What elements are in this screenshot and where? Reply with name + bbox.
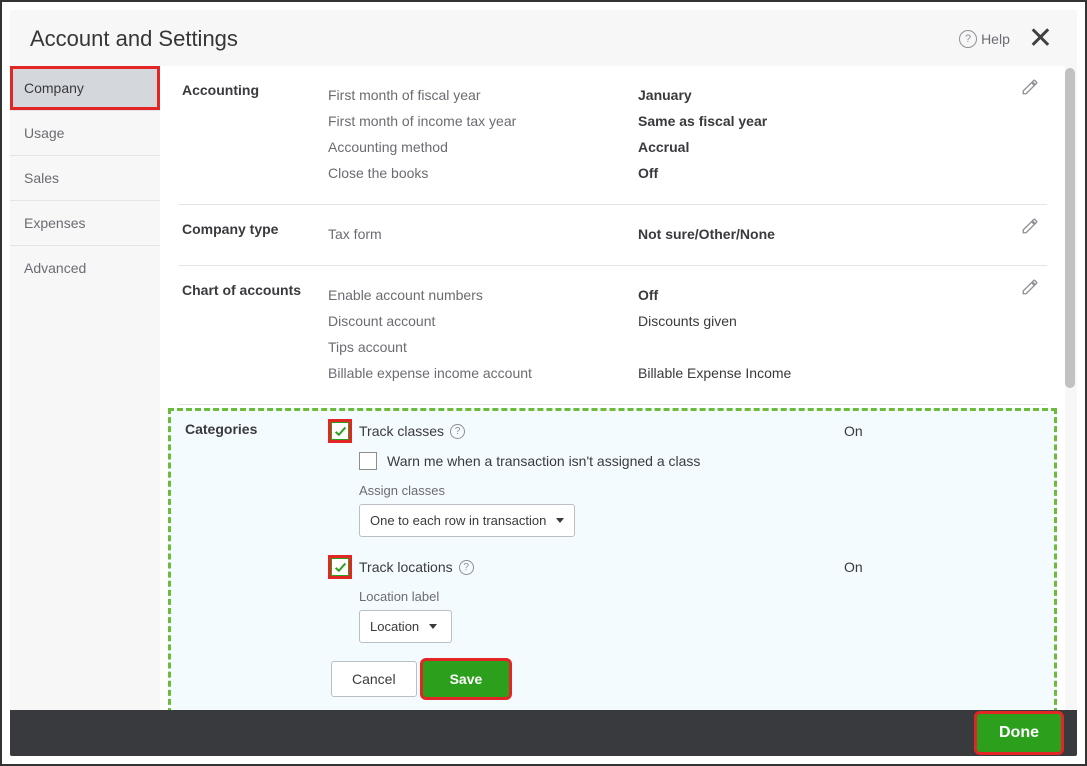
warn-unassigned-row: Warn me when a transaction isn't assigne… [359, 449, 1044, 473]
track-locations-value: On [844, 559, 1044, 575]
chevron-down-icon [556, 518, 564, 523]
sidebar: Company Usage Sales Expenses Advanced [10, 66, 160, 720]
cancel-button[interactable]: Cancel [331, 661, 417, 697]
done-button[interactable]: Done [977, 714, 1061, 752]
assign-classes-label: Assign classes [359, 483, 1044, 498]
assign-classes-select[interactable]: One to each row in transaction [359, 504, 575, 537]
warn-unassigned-label: Warn me when a transaction isn't assigne… [387, 453, 700, 469]
help-label: Help [981, 31, 1010, 47]
sidebar-item-advanced[interactable]: Advanced [10, 246, 160, 290]
section-title-company-type: Company type [178, 221, 328, 247]
pencil-icon[interactable] [1021, 278, 1041, 298]
modal-footer: Done [10, 710, 1077, 756]
track-classes-checkbox[interactable] [331, 422, 349, 440]
location-label-title: Location label [359, 589, 1044, 604]
track-locations-row: Track locations ? On [331, 555, 1044, 579]
section-title-chart: Chart of accounts [178, 282, 328, 386]
track-classes-value: On [844, 423, 1044, 439]
pencil-icon[interactable] [1021, 78, 1041, 98]
settings-content[interactable]: Accounting First month of fiscal yearJan… [160, 66, 1065, 720]
track-locations-checkbox[interactable] [331, 558, 349, 576]
question-icon[interactable]: ? [459, 560, 474, 575]
pencil-icon[interactable] [1021, 217, 1041, 237]
section-title-accounting: Accounting [178, 82, 328, 186]
chevron-down-icon [429, 624, 437, 629]
section-chart-of-accounts: Chart of accounts Enable account numbers… [178, 266, 1047, 405]
warn-unassigned-checkbox[interactable] [359, 452, 377, 470]
track-classes-label: Track classes [359, 423, 444, 439]
sidebar-item-usage[interactable]: Usage [10, 111, 160, 156]
section-accounting: Accounting First month of fiscal yearJan… [178, 66, 1047, 205]
scrollbar-thumb[interactable] [1065, 68, 1075, 388]
help-button[interactable]: ? Help [959, 30, 1010, 48]
sidebar-item-expenses[interactable]: Expenses [10, 201, 160, 246]
help-icon: ? [959, 30, 977, 48]
sidebar-item-company[interactable]: Company [10, 66, 160, 111]
track-locations-label: Track locations [359, 559, 453, 575]
modal-header: Account and Settings ? Help ✕ [10, 10, 1077, 66]
page-title: Account and Settings [30, 26, 959, 52]
location-label-select[interactable]: Location [359, 610, 452, 643]
question-icon[interactable]: ? [450, 424, 465, 439]
section-company-type: Company type Tax formNot sure/Other/None [178, 205, 1047, 266]
track-classes-row: Track classes ? On [331, 419, 1044, 443]
sidebar-item-sales[interactable]: Sales [10, 156, 160, 201]
section-categories-highlight: Categories Track classes ? On [168, 408, 1057, 714]
save-button[interactable]: Save [423, 661, 510, 697]
close-icon[interactable]: ✕ [1024, 29, 1057, 49]
section-title-categories: Categories [181, 419, 331, 697]
